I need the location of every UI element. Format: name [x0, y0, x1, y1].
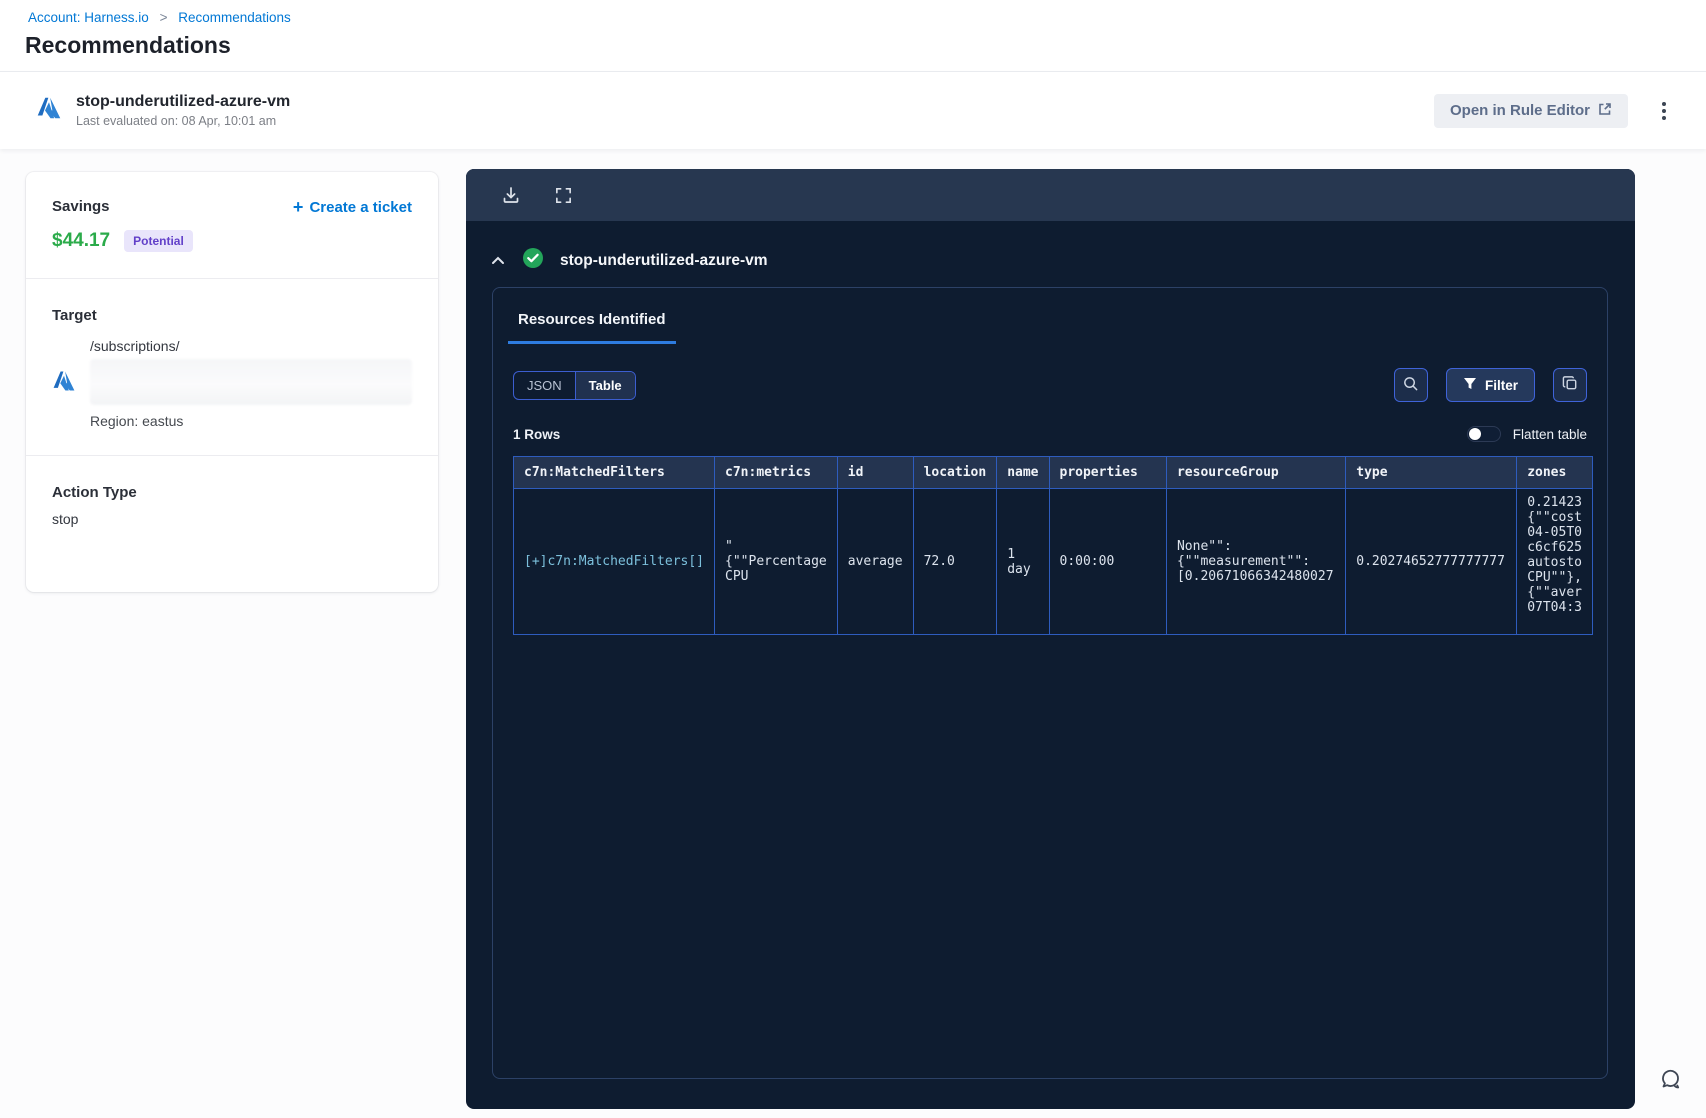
table-row: [+]c7n:MatchedFilters[] " {""Percentage …	[513, 488, 1593, 635]
chat-bubble-icon	[1654, 1069, 1684, 1098]
rows-count: 1 Rows	[513, 426, 561, 442]
fullscreen-button[interactable]	[548, 180, 578, 210]
support-chat-button[interactable]	[1654, 1065, 1684, 1098]
col-properties: properties	[1048, 456, 1167, 489]
last-evaluated-text: Last evaluated on: 08 Apr, 10:01 am	[76, 114, 277, 128]
recommendation-title: stop-underutilized-azure-vm	[76, 93, 291, 110]
plus-icon: +	[292, 197, 304, 217]
resources-table-container[interactable]: c7n:MatchedFilters c7n:metrics id locati…	[513, 456, 1593, 635]
col-name: name	[996, 456, 1050, 489]
breadcrumb: Account: Harness.io > Recommendations	[28, 10, 1706, 25]
open-rule-editor-button[interactable]: Open in Rule Editor	[1433, 93, 1628, 128]
col-id: id	[836, 456, 914, 489]
panel-toolbar	[466, 169, 1635, 221]
external-link-icon	[1598, 102, 1612, 120]
flatten-table-toggle[interactable]	[1466, 426, 1501, 442]
recommendation-header: stop-underutilized-azure-vm Last evaluat…	[0, 71, 1706, 149]
azure-target-icon	[52, 369, 76, 398]
table-header-row: c7n:MatchedFilters c7n:metrics id locati…	[513, 456, 1593, 489]
resources-table: c7n:MatchedFilters c7n:metrics id locati…	[513, 456, 1593, 635]
cell-zones: 0.21423 {""cost 04-05T0 c6cf625 autosto …	[1516, 488, 1593, 635]
savings-amount: $44.17	[52, 230, 111, 251]
panel-rule-title: stop-underutilized-azure-vm	[560, 251, 768, 269]
flatten-table-label: Flatten table	[1512, 426, 1587, 442]
savings-label: Savings	[52, 198, 110, 215]
col-matched-filters: c7n:MatchedFilters	[513, 456, 716, 489]
col-resource-group: resourceGroup	[1165, 456, 1347, 489]
view-toggle: JSON Table	[513, 370, 636, 400]
copy-button[interactable]	[1553, 368, 1587, 402]
target-label: Target	[52, 307, 97, 324]
copy-icon	[1562, 375, 1579, 395]
azure-logo-icon	[36, 95, 62, 126]
divider	[26, 278, 438, 279]
target-path: /subscriptions/	[90, 338, 180, 354]
action-type-label: Action Type	[52, 484, 137, 501]
breadcrumb-separator: >	[159, 10, 168, 25]
recommendation-details-card: Savings + Create a ticket $44.17 Potenti…	[26, 172, 438, 592]
cell-metrics: " {""Percentage CPU	[714, 488, 838, 635]
search-icon	[1402, 375, 1419, 395]
potential-badge: Potential	[124, 230, 193, 252]
col-type: type	[1345, 456, 1518, 489]
search-button[interactable]	[1393, 368, 1428, 402]
collapse-chevron-icon[interactable]	[490, 253, 506, 269]
view-toggle-table[interactable]: Table	[574, 371, 635, 399]
evaluation-results-panel: stop-underutilized-azure-vm Resources Id…	[466, 169, 1635, 1109]
view-toggle-json[interactable]: JSON	[514, 372, 575, 399]
matched-filters-expand-link[interactable]: [+]c7n:MatchedFilters[]	[524, 554, 704, 569]
col-location: location	[912, 456, 998, 489]
top-bar: Account: Harness.io > Recommendations	[0, 0, 1706, 25]
redacted-subscription-id	[90, 359, 412, 405]
cell-type: 0.20274652777777777	[1345, 488, 1518, 635]
filter-funnel-icon	[1463, 377, 1477, 394]
cell-id: average	[836, 488, 914, 635]
tab-resources-identified[interactable]: Resources Identified	[508, 311, 676, 344]
page-title: Recommendations	[0, 25, 1706, 71]
breadcrumb-account-link[interactable]: Account: Harness.io	[28, 10, 149, 25]
col-zones: zones	[1516, 456, 1593, 489]
filter-button[interactable]: Filter	[1445, 368, 1535, 402]
action-type-value: stop	[52, 511, 79, 527]
col-metrics: c7n:metrics	[714, 456, 838, 489]
breadcrumb-current-link[interactable]: Recommendations	[178, 10, 291, 25]
cell-location: 72.0	[912, 488, 998, 635]
more-options-button[interactable]	[1650, 97, 1678, 125]
cell-resource-group: None"": {""measurement"": [0.20671066342…	[1165, 488, 1347, 635]
cell-properties: 0:00:00	[1048, 488, 1167, 635]
cell-name: 1 day	[996, 488, 1050, 635]
success-check-icon	[522, 247, 544, 274]
target-region: Region: eastus	[90, 413, 184, 429]
download-button[interactable]	[496, 180, 526, 210]
resources-panel: Resources Identified JSON Table Filter 1…	[492, 287, 1608, 1079]
create-ticket-link[interactable]: + Create a ticket	[293, 198, 412, 216]
divider	[26, 455, 438, 456]
